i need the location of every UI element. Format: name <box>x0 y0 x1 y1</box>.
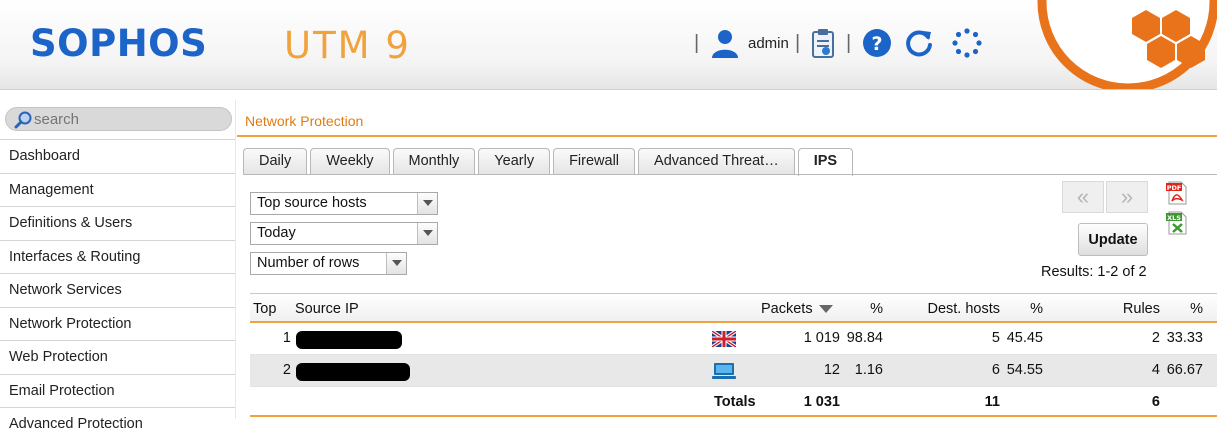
chevron-down-icon[interactable] <box>417 193 437 214</box>
cell-top: 2 <box>282 362 291 378</box>
report-type-select[interactable]: Top source hosts <box>250 192 438 215</box>
clipboard-icon[interactable] <box>808 28 838 58</box>
cell-packets-pct: 1.16 <box>854 362 883 378</box>
update-button[interactable]: Update <box>1078 223 1148 256</box>
report-type-value: Top source hosts <box>257 195 367 211</box>
sidebar-item-advanced-protection[interactable]: Advanced Protection <box>0 407 235 441</box>
redacted-source-ip <box>296 331 402 349</box>
loading-icon <box>952 28 982 58</box>
cell-dest-hosts: 6 <box>991 362 1000 378</box>
previous-page-button[interactable]: « <box>1062 181 1104 213</box>
col-source-ip[interactable]: Source IP <box>295 294 359 324</box>
sidebar-item-web-protection[interactable]: Web Protection <box>0 340 235 374</box>
table-row: 1 1 019 98.84 5 45.45 2 33.33 <box>250 323 1217 355</box>
breadcrumb[interactable]: Network Protection <box>245 113 363 129</box>
tab-ips[interactable]: IPS <box>797 148 854 176</box>
sidebar-item-network-protection[interactable]: Network Protection <box>0 306 235 340</box>
tab-daily[interactable]: Daily <box>243 148 308 175</box>
computer-icon <box>712 363 736 379</box>
sidebar-item-interfaces-routing[interactable]: Interfaces & Routing <box>0 239 235 273</box>
sort-desc-icon <box>818 305 833 314</box>
col-rules[interactable]: Rules <box>1080 294 1160 324</box>
tab-advanced-threat[interactable]: Advanced Threat… <box>638 148 795 175</box>
chevron-down-icon[interactable] <box>386 253 406 274</box>
totals-dest-hosts: 11 <box>984 394 1000 410</box>
cell-packets: 1 019 <box>803 330 840 346</box>
header-separator: | <box>846 32 852 54</box>
uk-flag-icon <box>712 331 736 347</box>
breadcrumb-divider <box>237 135 1217 137</box>
sidebar-item-network-services[interactable]: Network Services <box>0 273 235 307</box>
sidebar-divider <box>235 100 236 419</box>
cell-rules-pct: 33.33 <box>1166 330 1203 346</box>
next-page-button[interactable]: » <box>1106 181 1148 213</box>
tab-firewall[interactable]: Firewall <box>553 148 636 175</box>
col-rules-pct[interactable]: % <box>1170 294 1203 324</box>
sophos-emblem-icon <box>1037 0 1217 89</box>
cell-dest-pct: 45.45 <box>1006 330 1043 346</box>
table-totals-row: Totals 1 031 11 6 <box>250 387 1217 417</box>
cell-packets: 12 <box>823 362 840 378</box>
period-value: Today <box>257 225 296 241</box>
cell-rules: 2 <box>1151 330 1160 346</box>
col-packets-pct[interactable]: % <box>850 294 883 324</box>
row-count-select[interactable]: Number of rows <box>250 252 407 275</box>
table-header: Top Source IP Packets % Dest. hosts % Ru… <box>250 293 1217 323</box>
sidebar-item-definitions-users[interactable]: Definitions & Users <box>0 206 235 240</box>
cell-dest-hosts: 5 <box>991 330 1000 346</box>
tab-monthly[interactable]: Monthly <box>392 148 476 175</box>
tab-weekly[interactable]: Weekly <box>310 148 390 175</box>
app-header: SOPHOS UTM 9 | admin | | ? <box>0 0 1217 90</box>
cell-rules-pct: 66.67 <box>1166 362 1203 378</box>
totals-packets: 1 031 <box>803 394 840 410</box>
table-row: 2 12 1.16 6 54.55 4 66.67 <box>250 355 1217 387</box>
refresh-icon[interactable] <box>904 28 934 58</box>
report-tabs: Daily Weekly Monthly Yearly Firewall Adv… <box>243 148 856 176</box>
redacted-source-ip <box>296 363 410 381</box>
results-count: Results: 1-2 of 2 <box>1041 264 1147 280</box>
chevron-down-icon[interactable] <box>417 223 437 244</box>
col-top[interactable]: Top <box>253 294 276 324</box>
sophos-logo[interactable]: SOPHOS <box>30 22 207 65</box>
cell-top: 1 <box>282 330 291 346</box>
sidebar-item-management[interactable]: Management <box>0 172 235 206</box>
header-separator: | <box>795 32 801 54</box>
cell-dest-pct: 54.55 <box>1006 362 1043 378</box>
svg-text:?: ? <box>871 33 882 55</box>
sidebar-item-dashboard[interactable]: Dashboard <box>0 139 235 173</box>
svg-text:PDF: PDF <box>1167 184 1182 192</box>
col-dest-pct[interactable]: % <box>1010 294 1043 324</box>
col-packets-label: Packets <box>761 301 813 317</box>
report-table: Top Source IP Packets % Dest. hosts % Ru… <box>250 293 1217 417</box>
header-separator: | <box>694 32 700 54</box>
svg-text:XLS: XLS <box>1167 214 1181 222</box>
period-select[interactable]: Today <box>250 222 438 245</box>
search-input[interactable] <box>34 110 224 128</box>
pdf-icon[interactable]: PDF <box>1166 181 1188 205</box>
row-count-value: Number of rows <box>257 255 360 271</box>
sidebar-nav: Dashboard Management Definitions & Users… <box>0 139 235 441</box>
product-name: UTM 9 <box>284 24 411 67</box>
totals-rules: 6 <box>1151 394 1160 410</box>
cell-packets-pct: 98.84 <box>846 330 883 346</box>
cell-rules: 4 <box>1151 362 1160 378</box>
tab-yearly[interactable]: Yearly <box>478 148 551 175</box>
search-box[interactable] <box>5 107 232 131</box>
help-icon[interactable]: ? <box>862 28 892 58</box>
tabs-baseline <box>243 174 1217 175</box>
username-link[interactable]: admin <box>748 35 789 52</box>
search-icon <box>14 111 32 129</box>
col-dest-hosts[interactable]: Dest. hosts <box>900 294 1000 324</box>
user-icon[interactable] <box>710 28 740 58</box>
xls-icon[interactable]: XLS <box>1166 211 1188 235</box>
col-packets[interactable]: Packets <box>761 294 833 324</box>
totals-label: Totals <box>714 394 756 410</box>
sidebar-item-email-protection[interactable]: Email Protection <box>0 373 235 407</box>
